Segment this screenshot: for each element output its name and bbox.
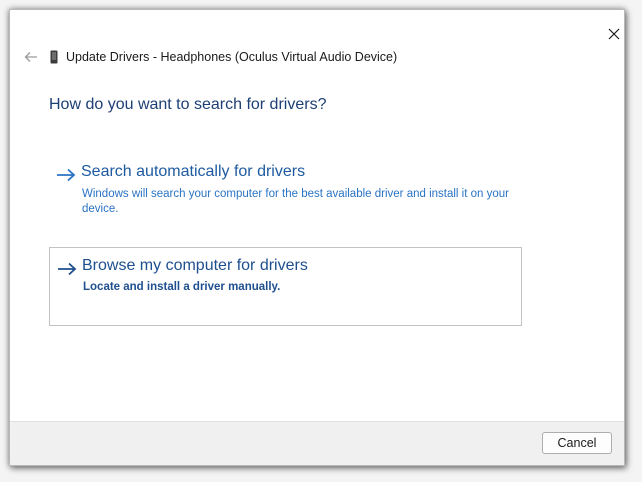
dialog-footer: Cancel (10, 421, 624, 465)
arrow-right-icon (58, 262, 77, 276)
back-arrow-icon (24, 52, 37, 62)
cancel-button[interactable]: Cancel (542, 432, 612, 454)
browse-computer-option[interactable]: Browse my computer for drivers Locate an… (49, 247, 522, 326)
search-automatically-description: Windows will search your computer for th… (82, 188, 509, 215)
search-automatically-option[interactable]: Search automatically for drivers Windows… (49, 155, 522, 221)
close-button[interactable] (600, 20, 628, 48)
headphones-device-icon (50, 50, 58, 64)
close-icon (608, 28, 620, 40)
browse-computer-title: Browse my computer for drivers (82, 257, 308, 274)
browse-computer-description: Locate and install a driver manually. (83, 281, 281, 293)
title-bar: Update Drivers - Headphones (Oculus Virt… (50, 48, 397, 66)
window-title: Update Drivers - Headphones (Oculus Virt… (66, 50, 398, 64)
page-heading: How do you want to search for drivers? (49, 96, 327, 113)
back-button[interactable] (18, 46, 44, 68)
dialog-window: Update Drivers - Headphones (Oculus Virt… (9, 9, 625, 466)
arrow-right-icon (57, 168, 76, 182)
search-automatically-title: Search automatically for drivers (81, 163, 306, 180)
